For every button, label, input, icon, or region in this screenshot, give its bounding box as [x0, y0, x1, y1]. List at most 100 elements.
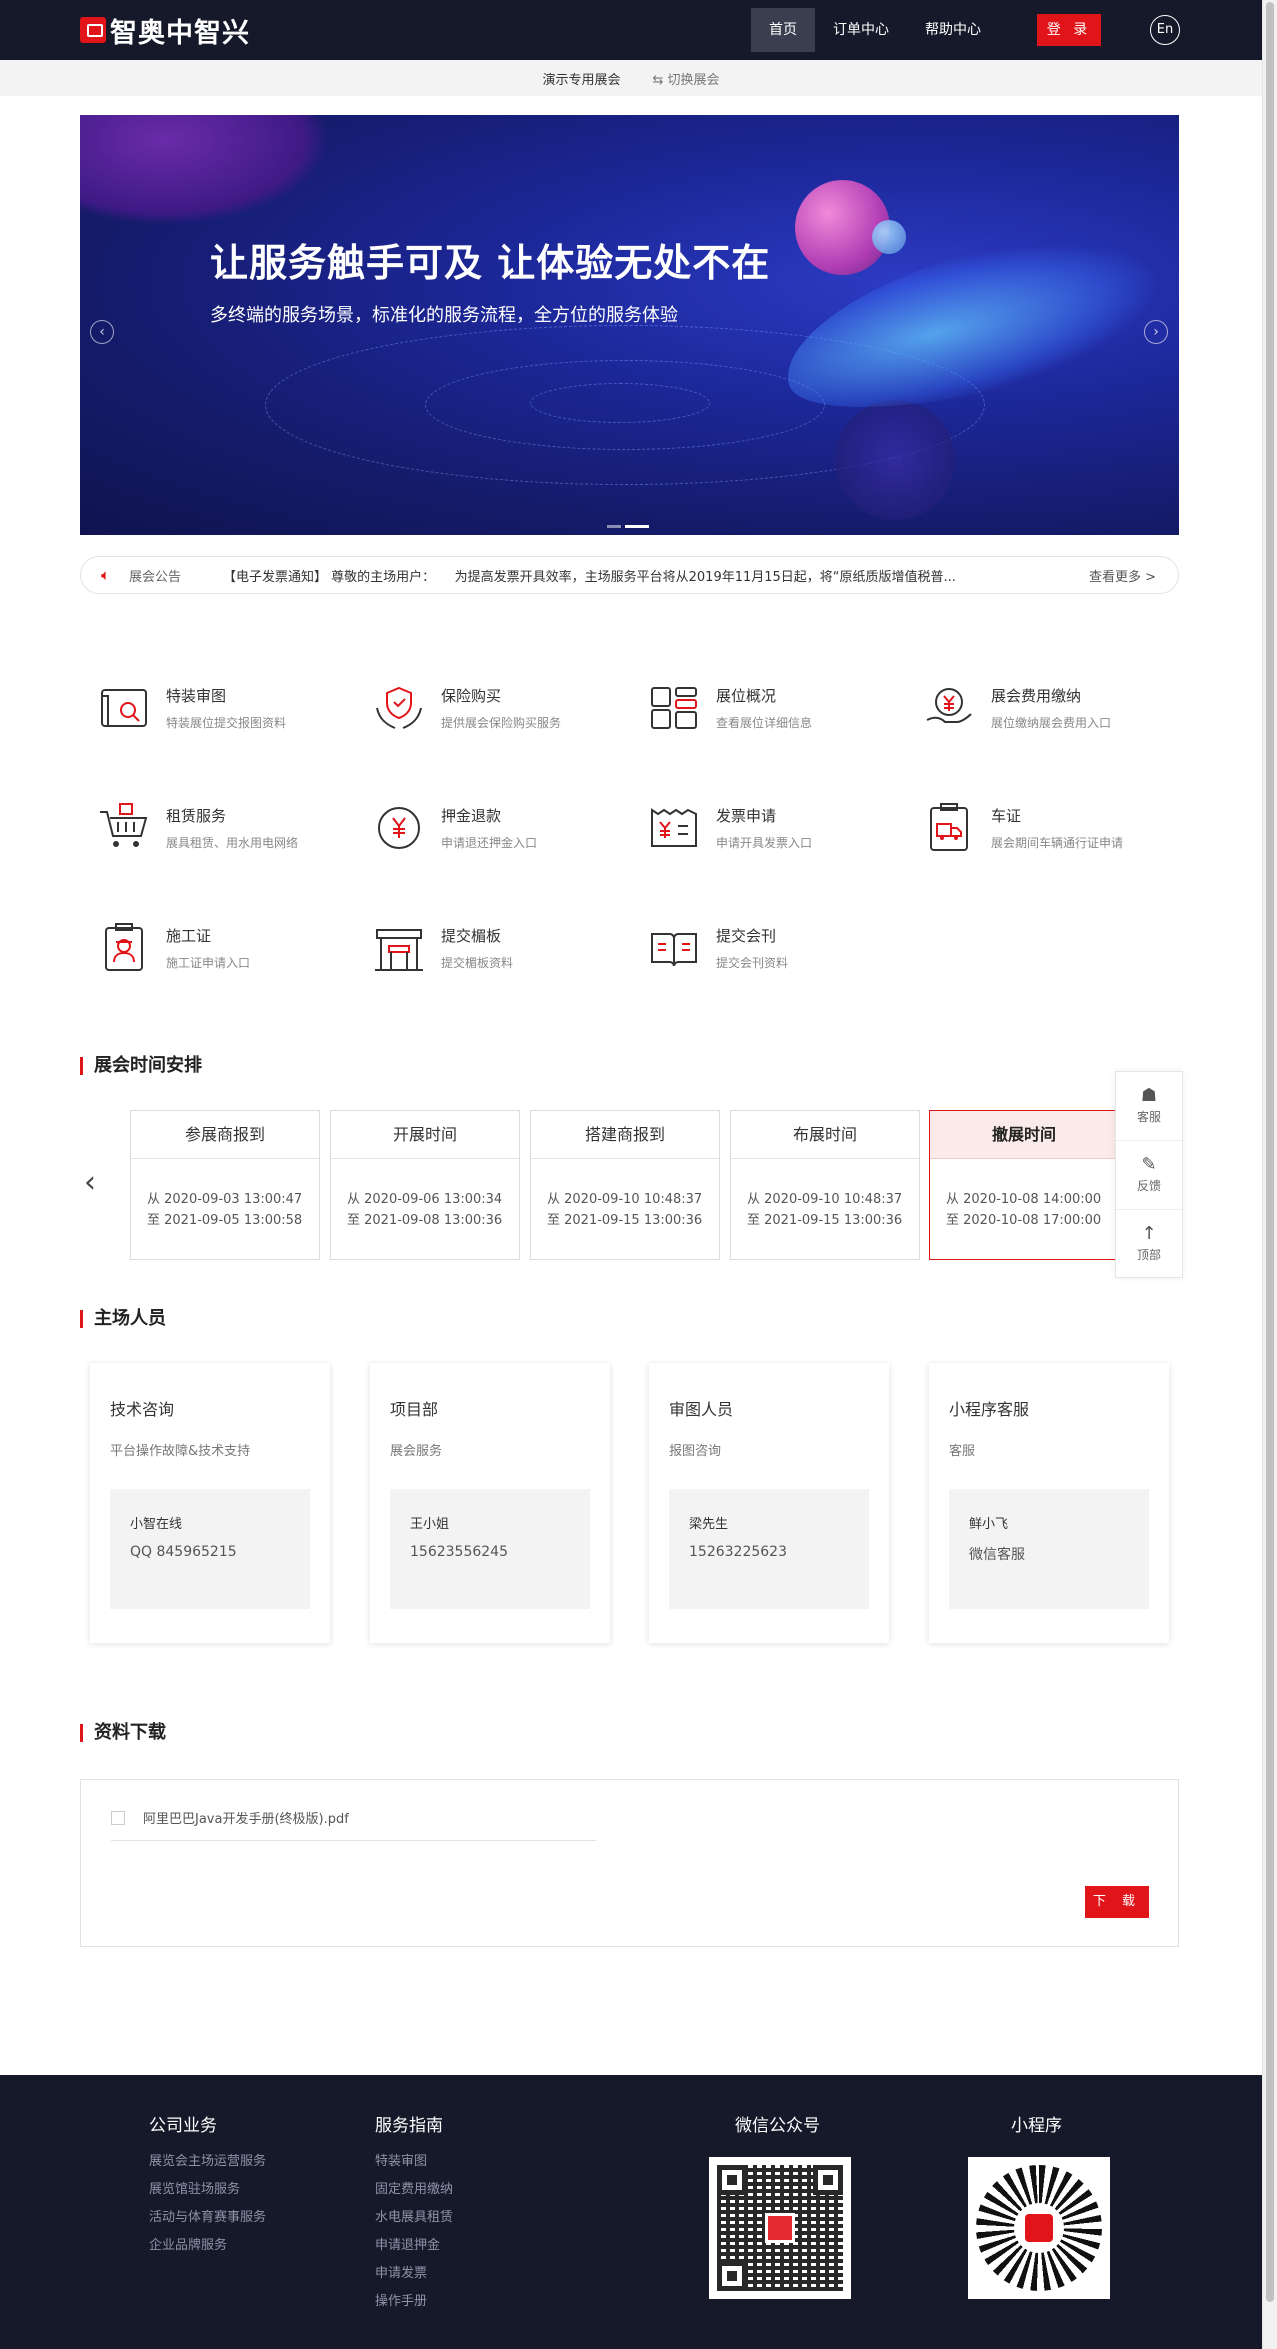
service-item[interactable]: 提交楣板 提交楣板资料: [371, 916, 631, 980]
schedule-card: 开展时间 从 2020-09-06 13:00:34 至 2021-09-08 1…: [330, 1110, 520, 1260]
staff-role: 项目部: [390, 1400, 439, 1419]
nav-help[interactable]: 帮助中心: [907, 8, 999, 52]
banner-next-button[interactable]: ›: [1144, 320, 1168, 344]
schedule-from: 从 2020-09-06 13:00:34: [347, 1192, 503, 1207]
site-footer: 公司业务 展览会主场运营服务 展览馆驻场服务 活动与体育赛事服务 企业品牌服务 …: [0, 2075, 1262, 2349]
nav-home[interactable]: 首页: [751, 8, 815, 52]
staff-contact[interactable]: QQ 845965215: [130, 1544, 237, 1560]
staff-name: 梁先生: [689, 1517, 729, 1532]
banner-dot-active[interactable]: [625, 525, 649, 528]
download-panel: 阿里巴巴Java开发手册(终极版).pdf 下 载: [80, 1779, 1179, 1947]
footer-link[interactable]: 特装审图: [375, 2148, 453, 2176]
miniprogram-code: [968, 2157, 1110, 2299]
announcement-label: 展会公告: [129, 569, 182, 585]
schedule-from: 从 2020-09-03 13:00:47: [147, 1192, 303, 1207]
footer-link[interactable]: 活动与体育赛事服务: [149, 2204, 266, 2232]
schedule-to: 至 2021-09-08 13:00:36: [347, 1213, 503, 1228]
download-button[interactable]: 下 载: [1085, 1886, 1149, 1918]
service-title: 展位概况: [716, 687, 777, 705]
top-navbar: 智奥中智兴 首页 订单中心 帮助中心 登 录 En: [0, 0, 1262, 60]
back-to-top-button[interactable]: ↑ 顶部: [1116, 1210, 1182, 1279]
headset-icon: ☗: [1140, 1085, 1158, 1106]
service-desc: 申请开具发票入口: [716, 836, 813, 850]
service-desc: 提交会刊资料: [716, 956, 789, 970]
service-title: 发票申请: [716, 807, 777, 825]
footer-link[interactable]: 申请退押金: [375, 2232, 453, 2260]
service-item[interactable]: 车证 展会期间车辆通行证申请: [921, 796, 1181, 860]
schedule-card: 参展商报到 从 2020-09-03 13:00:47 至 2021-09-05 …: [130, 1110, 320, 1260]
footer-link[interactable]: 申请发票: [375, 2260, 453, 2288]
service-item[interactable]: 展会费用缴纳 展位缴纳展会费用入口: [921, 676, 1181, 740]
announcement-text[interactable]: 【电子发票通知】 尊敬的主场用户： 为提高发票开具效率，主场服务平台将从2019…: [223, 566, 1049, 585]
decor-ring: [530, 383, 710, 423]
staff-contact-box: 鲜小飞 微信客服: [949, 1489, 1149, 1609]
language-toggle[interactable]: En: [1150, 15, 1180, 45]
banner-dot[interactable]: [607, 525, 621, 528]
staff-contact-box: 小智在线 QQ 845965215: [110, 1489, 310, 1609]
footer-link[interactable]: 企业品牌服务: [149, 2232, 266, 2260]
staff-card: 技术咨询 平台操作故障&技术支持 小智在线 QQ 845965215: [90, 1363, 330, 1643]
blueprint-icon: [101, 689, 147, 727]
staff-name: 小智在线: [130, 1517, 183, 1532]
staff-contact[interactable]: 15623556245: [410, 1544, 508, 1560]
staff-desc: 展会服务: [390, 1444, 443, 1459]
footer-link[interactable]: 固定费用缴纳: [375, 2176, 453, 2204]
banner-prev-button[interactable]: ‹: [90, 320, 114, 344]
schedule-card: 布展时间 从 2020-09-10 10:48:37 至 2021-09-15 1…: [730, 1110, 920, 1260]
schedule-from: 从 2020-09-10 10:48:37: [747, 1192, 903, 1207]
staff-contact[interactable]: 15263225623: [689, 1544, 787, 1560]
staff-role: 技术咨询: [110, 1400, 175, 1419]
feedback-button[interactable]: ✎ 反馈: [1116, 1141, 1182, 1210]
hero-banner: 让服务触手可及 让体验无处不在 多终端的服务场景，标准化的服务流程，全方位的服务…: [80, 115, 1179, 535]
section-title: 资料下载: [80, 1724, 166, 1742]
login-button[interactable]: 登 录: [1037, 14, 1101, 46]
section-title: 展会时间安排: [80, 1057, 202, 1075]
staff-card: 审图人员 报图咨询 梁先生 15263225623: [649, 1363, 889, 1643]
staff-contact-box: 梁先生 15263225623: [669, 1489, 869, 1609]
schedule-card-title: 搭建商报到: [531, 1111, 719, 1159]
service-item[interactable]: 发票申请申请开具发票入口: [646, 796, 906, 860]
switch-expo-link[interactable]: ⇆ 切换展会: [652, 69, 719, 88]
service-title: 施工证: [166, 927, 212, 945]
scrollbar-thumb[interactable]: [1266, 2, 1274, 2302]
shield-hands-icon: [376, 686, 422, 729]
nav-orders[interactable]: 订单中心: [815, 8, 907, 52]
service-item[interactable]: 展位概况 查看展位详细信息: [646, 676, 906, 740]
footer-link[interactable]: 水电展具租赁: [375, 2204, 453, 2232]
yen-hand-icon: [926, 688, 972, 723]
staff-contact[interactable]: 微信客服: [969, 1544, 1025, 1564]
schedule-to: 至 2021-09-05 13:00:58: [147, 1213, 303, 1228]
expo-switch-bar: 演示专用展会 ⇆ 切换展会: [0, 60, 1262, 96]
customer-service-button[interactable]: ☗ 客服: [1116, 1072, 1182, 1141]
page-scrollbar[interactable]: [1262, 0, 1277, 2349]
service-desc: 提供展会保险购买服务: [441, 716, 562, 730]
footer-link[interactable]: 展览馆驻场服务: [149, 2176, 266, 2204]
schedule-to: 至 2021-09-15 13:00:36: [747, 1213, 903, 1228]
site-logo[interactable]: 智奥中智兴: [80, 14, 250, 49]
view-more-link[interactable]: 查看更多 >: [1089, 566, 1156, 585]
service-item[interactable]: 押金退款 申请退还押金入口: [371, 796, 631, 860]
footer-miniprogram: 小程序: [1011, 2111, 1062, 2148]
service-item[interactable]: 提交会刊提交会刊资料: [646, 916, 906, 980]
schedule-card-title: 参展商报到: [131, 1111, 319, 1159]
file-checkbox[interactable]: [111, 1811, 125, 1825]
schedule-card: 搭建商报到 从 2020-09-10 10:48:37 至 2021-09-15 …: [530, 1110, 720, 1260]
qr-logo: [765, 2213, 795, 2243]
staff-name: 鲜小飞: [969, 1517, 1009, 1532]
file-name[interactable]: 阿里巴巴Java开发手册(终极版).pdf: [143, 1808, 349, 1827]
logo-text: 智奥中智兴: [110, 17, 250, 49]
download-file-row[interactable]: 阿里巴巴Java开发手册(终极版).pdf: [111, 1808, 596, 1841]
tool-label: 顶部: [1136, 1248, 1161, 1262]
service-item[interactable]: 租赁服务 展具租赁、用水用电网络: [96, 796, 356, 860]
truck-pass-icon: [930, 803, 968, 851]
schedule-card-title: 撤展时间: [930, 1111, 1118, 1159]
service-item[interactable]: 保险购买 提供展会保险购买服务: [371, 676, 631, 740]
footer-heading: 公司业务: [149, 2116, 217, 2136]
staff-contact-box: 王小姐 15623556245: [390, 1489, 590, 1609]
service-title: 提交会刊: [716, 927, 777, 945]
schedule-prev-arrow[interactable]: ‹: [84, 1165, 96, 1200]
service-item[interactable]: 施工证 施工证申请入口: [96, 916, 356, 980]
footer-link[interactable]: 展览会主场运营服务: [149, 2148, 266, 2176]
footer-link[interactable]: 操作手册: [375, 2288, 453, 2316]
service-item[interactable]: 特装审图 特装展位提交报图资料: [96, 676, 356, 740]
